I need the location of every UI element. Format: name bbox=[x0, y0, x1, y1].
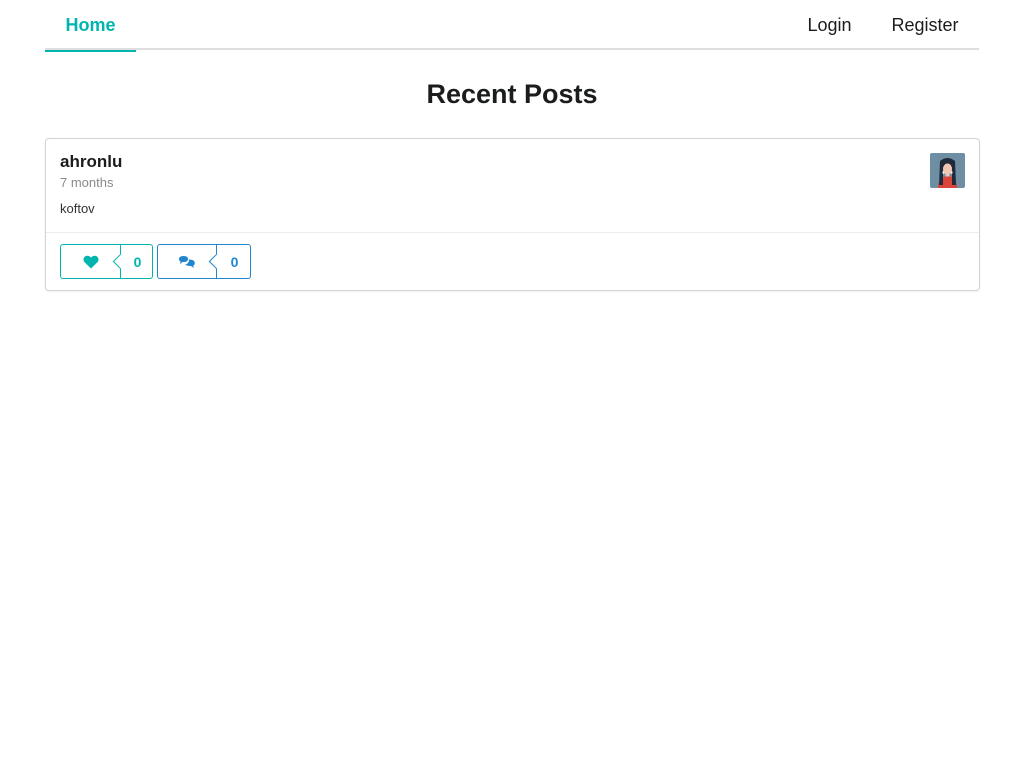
avatar[interactable] bbox=[930, 153, 965, 188]
page-title: Recent Posts bbox=[426, 79, 598, 109]
nav-register-link[interactable]: Register bbox=[871, 0, 979, 50]
heart-icon bbox=[83, 255, 98, 268]
post-author[interactable]: ahronlu bbox=[60, 151, 122, 173]
comment-button[interactable]: 0 bbox=[157, 244, 251, 279]
post-body: koftov bbox=[60, 201, 95, 216]
nav-home-link[interactable]: Home bbox=[45, 0, 136, 52]
avatar-image bbox=[930, 153, 965, 188]
comments-icon bbox=[179, 255, 195, 268]
card-divider bbox=[46, 232, 979, 233]
post-timestamp: 7 months bbox=[60, 175, 114, 190]
post-card: ahronlu 7 months koftov 0 0 bbox=[45, 138, 980, 291]
top-nav: Home Login Register bbox=[45, 0, 979, 52]
comment-count: 0 bbox=[217, 244, 251, 279]
like-button[interactable]: 0 bbox=[60, 244, 153, 279]
like-count: 0 bbox=[121, 244, 153, 279]
nav-login-link[interactable]: Login bbox=[789, 0, 870, 50]
